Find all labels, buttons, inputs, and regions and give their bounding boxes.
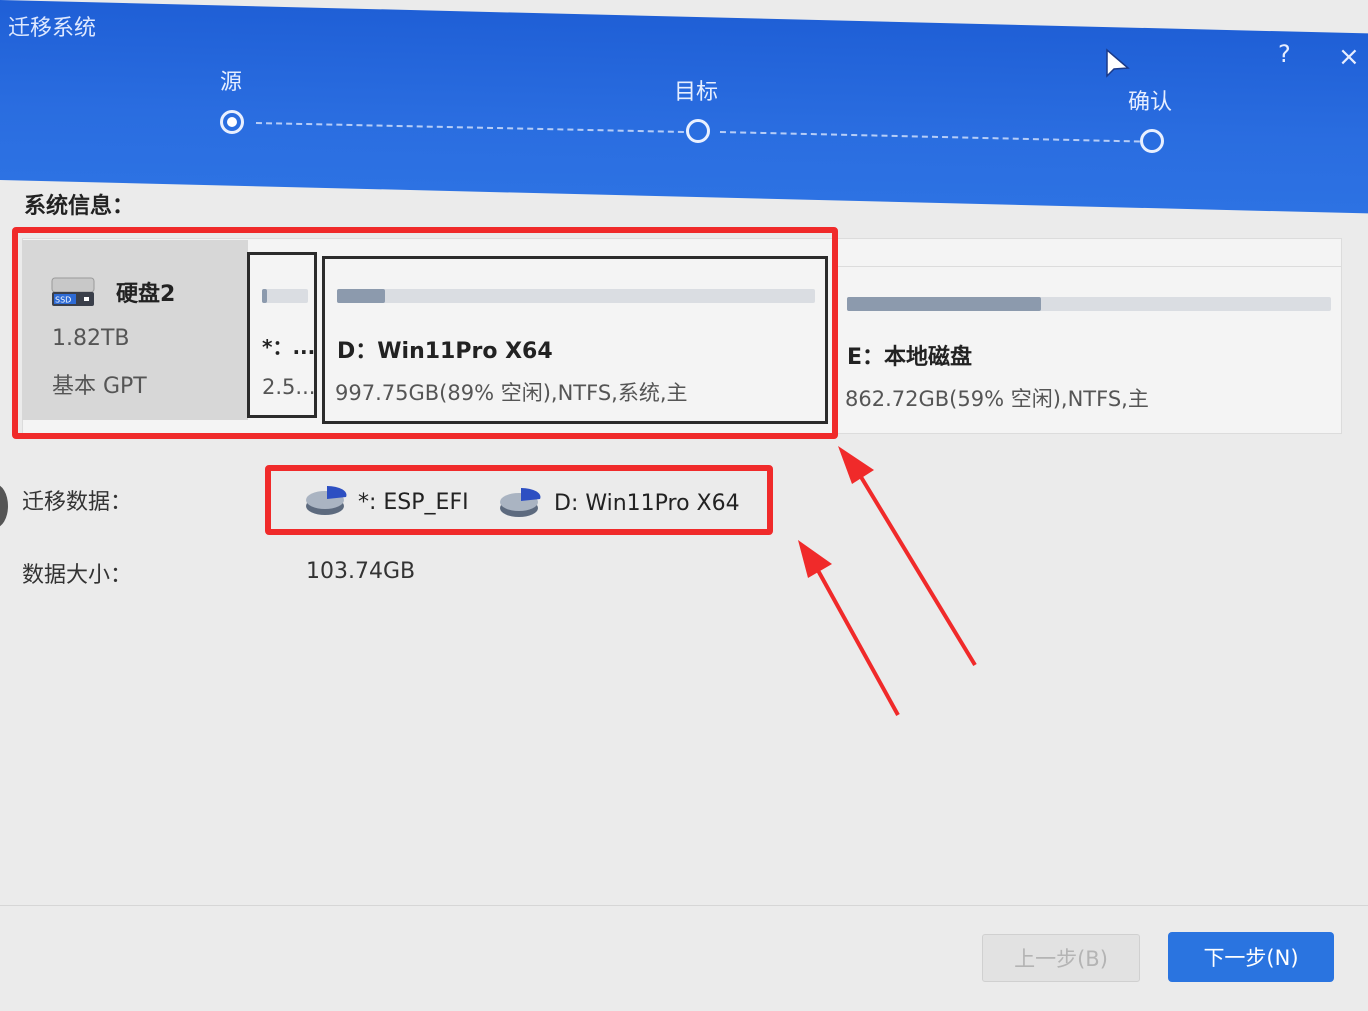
next-button[interactable]: 下一步(N)	[1168, 932, 1334, 982]
previous-button[interactable]: 上一步(B)	[982, 934, 1140, 982]
annotation-arrow-partition	[838, 446, 977, 667]
annotation-arrows	[798, 446, 977, 716]
annotation-arrow-migrate	[798, 540, 900, 716]
footer-divider	[0, 905, 1368, 906]
